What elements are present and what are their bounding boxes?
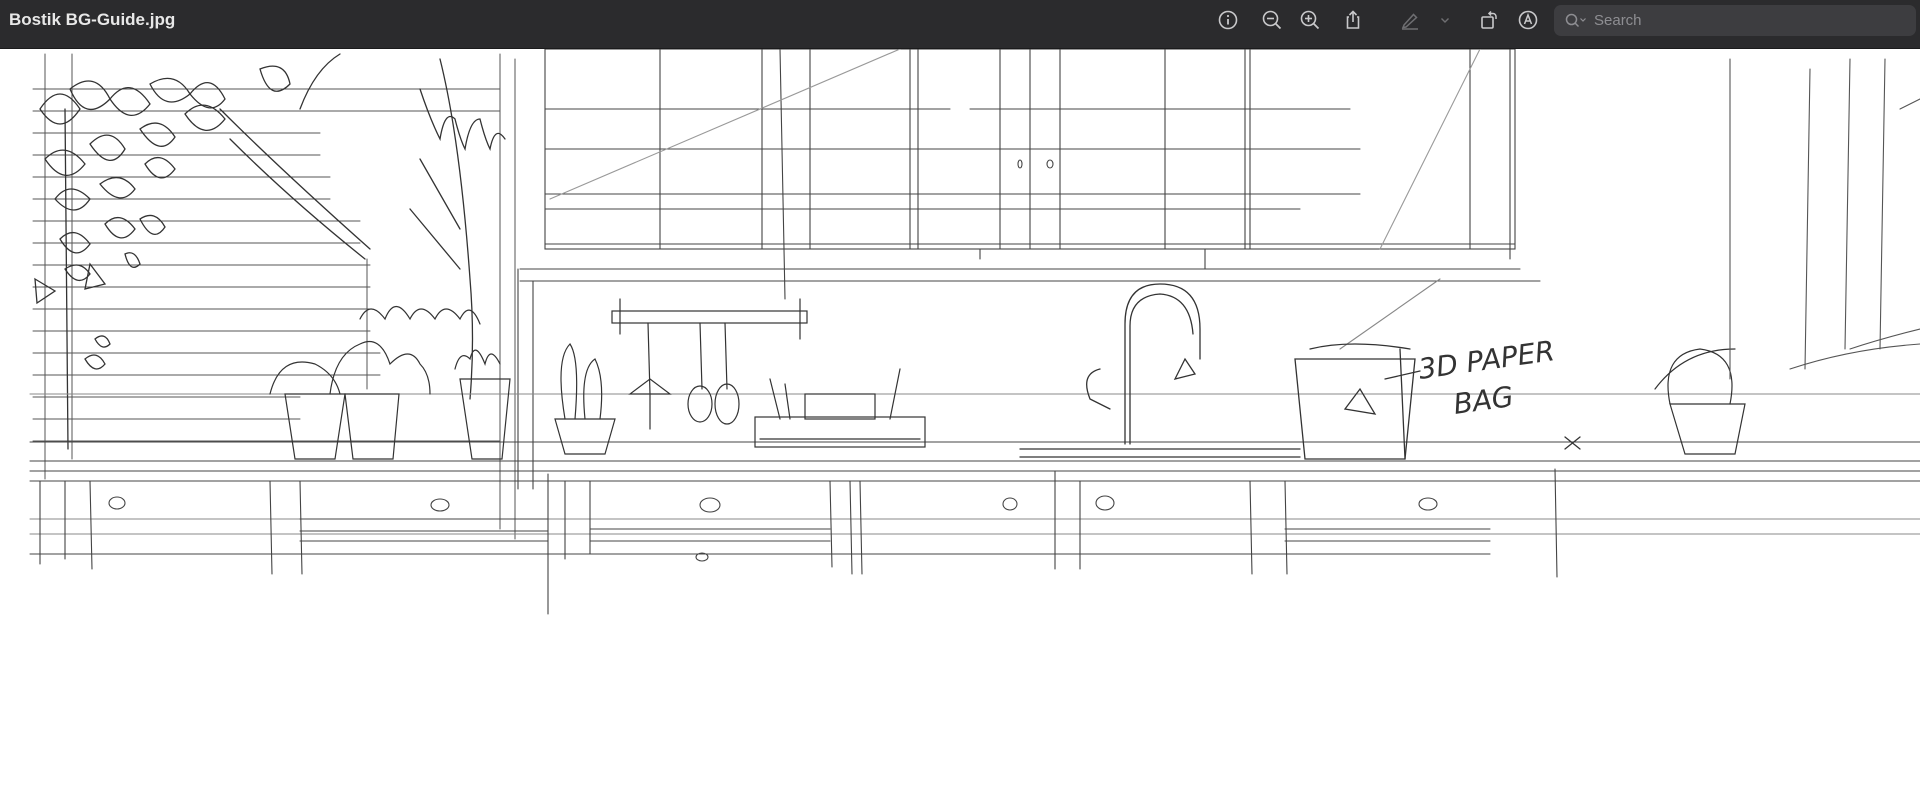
annotation-line-2: BAG [1451, 380, 1515, 421]
markup-button[interactable] [1513, 5, 1543, 35]
faucet-sketch [1019, 283, 1301, 458]
zoom-in-button[interactable] [1295, 5, 1325, 35]
search-icon [1565, 13, 1586, 27]
counter-sketch [29, 268, 1920, 555]
potted-plants-sketch [269, 305, 1746, 460]
highlight-style-menu[interactable] [1435, 5, 1455, 35]
share-icon [1346, 10, 1360, 29]
window-title: Bostik BG-Guide.jpg [9, 10, 176, 29]
info-button[interactable] [1213, 5, 1243, 35]
image-canvas: 3D PAPER BAG [0, 49, 1920, 799]
window-titlebar: Bostik BG-Guide.jpg [0, 0, 1920, 49]
info-circle-icon [1218, 10, 1238, 30]
markup-circle-icon [1518, 10, 1538, 30]
chevron-down-icon [1441, 18, 1449, 23]
search-field[interactable] [1554, 5, 1916, 36]
lower-cabinets-sketch [39, 468, 1558, 615]
search-input[interactable] [1592, 11, 1896, 30]
share-button[interactable] [1338, 5, 1368, 35]
highlighter-pen-icon [1401, 13, 1418, 30]
highlight-button[interactable] [1395, 5, 1425, 35]
zoom-out-icon [1262, 10, 1282, 30]
rotate-icon [1481, 10, 1497, 29]
bag-annotation: 3D PAPER BAG [1416, 334, 1556, 421]
zoom-in-icon [1300, 10, 1320, 30]
dish-rack-sketch [754, 368, 926, 448]
rotate-button[interactable] [1474, 5, 1504, 35]
zoom-out-button[interactable] [1257, 5, 1287, 35]
hanging-plant-sketch [34, 53, 506, 450]
upper-cabinets-sketch [519, 49, 1541, 300]
annotation-line-1: 3D PAPER [1416, 334, 1556, 386]
kitchen-sketch-image: 3D PAPER BAG [29, 49, 1920, 615]
right-wall-sketch [1729, 58, 1920, 380]
